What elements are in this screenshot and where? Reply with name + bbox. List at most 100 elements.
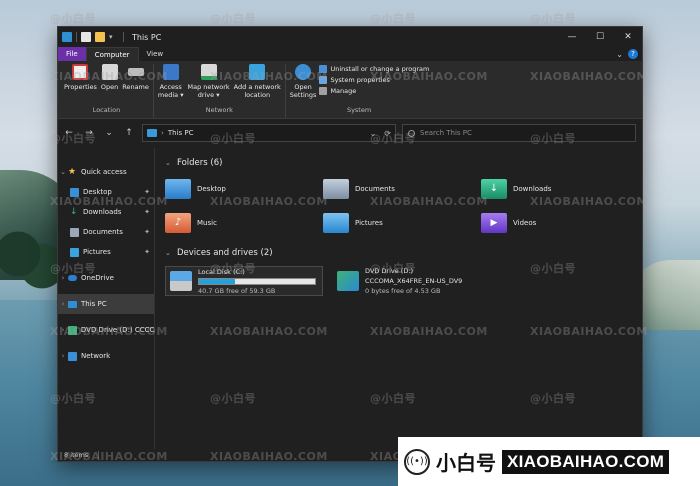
pin-icon: ✦ <box>144 228 150 236</box>
drive-name: Local Disk (C:) <box>198 267 245 276</box>
sidebar-item-pictures[interactable]: Pictures ✦ <box>58 242 154 262</box>
documents-icon <box>70 227 79 237</box>
up-button[interactable]: ↑ <box>122 126 136 140</box>
folder-music[interactable]: ♪ Music <box>165 210 323 236</box>
title-bar: ▾ This PC — ☐ ✕ <box>58 27 642 47</box>
chevron-right-icon[interactable]: › <box>58 326 68 334</box>
folder-documents[interactable]: Documents <box>323 176 481 202</box>
this-pc-icon[interactable] <box>62 32 72 42</box>
properties-icon <box>72 64 89 80</box>
maximize-button[interactable]: ☐ <box>586 27 614 47</box>
map-drive-icon <box>200 64 217 80</box>
uninstall-icon <box>319 65 328 73</box>
uninstall-program-button[interactable]: Uninstall or change a program <box>319 65 429 73</box>
open-settings-button[interactable]: Open Settings <box>289 64 318 106</box>
pictures-folder-icon <box>323 213 349 233</box>
ribbon-group-label: Location <box>92 106 121 114</box>
ribbon-group-label: Network <box>205 106 233 114</box>
watermark-banner: ((•)) 小白号 XIAOBAIHAO.COM <box>398 437 700 486</box>
sidebar-item-network[interactable]: › Network <box>58 346 154 366</box>
drive-name: DVD Drive (D:) <box>365 267 414 275</box>
search-placeholder: Search This PC <box>420 129 472 137</box>
drive-local-disk-c[interactable]: Local Disk (C:) 40.7 GB free of 59.3 GB <box>165 266 323 296</box>
add-network-location-button[interactable]: Add a network location <box>233 64 282 106</box>
chevron-right-icon[interactable]: › <box>58 352 68 360</box>
watermark-brand-cn: 小白号 <box>436 451 496 475</box>
drive-dvd-d[interactable]: DVD Drive (D:) CCCOMA_X64FRE_EN-US_DV9 0… <box>333 266 491 296</box>
help-icon[interactable]: ? <box>628 49 638 59</box>
open-button[interactable]: Open <box>100 64 119 106</box>
drive-usage-fill <box>199 278 235 284</box>
downloads-folder-icon: ↓ <box>481 179 507 199</box>
status-separator <box>98 451 100 459</box>
tab-file[interactable]: File <box>58 47 86 61</box>
chevron-right-icon[interactable]: › <box>58 300 68 308</box>
watermark-text: @小白号 <box>50 12 96 25</box>
desktop-trees <box>0 230 60 290</box>
access-media-button[interactable]: Access media ▾ <box>157 64 185 106</box>
documents-folder-icon <box>323 179 349 199</box>
close-button[interactable]: ✕ <box>614 27 642 47</box>
titlebar-separator <box>76 32 77 42</box>
new-folder-quick-icon[interactable] <box>95 32 105 42</box>
sidebar-item-desktop[interactable]: Desktop ✦ <box>58 182 154 202</box>
minimize-button[interactable]: — <box>558 27 586 47</box>
open-icon <box>101 64 118 80</box>
address-bar[interactable]: › This PC ⌄ ⟳ <box>142 124 396 142</box>
folder-videos[interactable]: ▶ Videos <box>481 210 621 236</box>
folder-pictures[interactable]: Pictures <box>323 210 481 236</box>
forward-button[interactable]: → <box>82 126 96 140</box>
properties-button[interactable]: Properties <box>63 64 98 106</box>
window-title: This PC <box>132 32 162 42</box>
pin-icon: ✦ <box>144 188 150 196</box>
content-area: ⌄ ★ Quick access Desktop ✦ ↓ Downloads ✦… <box>58 148 642 449</box>
navigation-pane: ⌄ ★ Quick access Desktop ✦ ↓ Downloads ✦… <box>58 148 155 449</box>
recent-locations-button[interactable]: ⌄ <box>102 126 116 140</box>
computer-icon <box>68 300 77 308</box>
desktop-folder-icon <box>165 179 191 199</box>
chevron-down-icon: ⌄ <box>165 249 171 257</box>
sidebar-item-documents[interactable]: Documents ✦ <box>58 222 154 242</box>
dvd-drive-icon <box>67 325 77 335</box>
map-network-drive-button[interactable]: Map network drive ▾ <box>186 64 230 106</box>
collapse-ribbon-icon[interactable]: ⌄ <box>616 50 623 59</box>
drive-free-space: 0 bytes free of 4.53 GB <box>365 287 441 295</box>
drives-section-header[interactable]: ⌄ Devices and drives (2) <box>165 246 632 260</box>
titlebar-separator-2 <box>123 32 124 42</box>
back-button[interactable]: ← <box>62 126 76 140</box>
manage-icon <box>319 87 328 95</box>
chevron-right-icon[interactable]: › <box>58 274 68 282</box>
desktop-folder-icon <box>70 187 79 197</box>
ribbon: Properties Open Rename Location Access m… <box>58 61 642 119</box>
tab-computer[interactable]: Computer <box>85 47 139 61</box>
folder-desktop[interactable]: Desktop <box>165 176 323 202</box>
sidebar-item-onedrive[interactable]: › OneDrive <box>58 268 154 288</box>
refresh-icon[interactable]: ⟳ <box>384 129 391 138</box>
rename-icon <box>127 68 144 76</box>
sidebar-item-quick-access[interactable]: ⌄ ★ Quick access <box>58 162 154 182</box>
sidebar-item-dvd-drive[interactable]: › DVD Drive (D:) CCCC <box>58 320 154 340</box>
search-box[interactable]: Search This PC <box>402 124 636 142</box>
ribbon-group-system: Open Settings Uninstall or change a prog… <box>286 64 433 118</box>
sidebar-item-downloads[interactable]: ↓ Downloads ✦ <box>58 202 154 222</box>
add-network-location-icon <box>249 64 266 80</box>
quick-access-dropdown-icon[interactable]: ▾ <box>109 32 119 42</box>
watermark-text: @小白号 <box>210 12 256 25</box>
system-properties-icon <box>319 76 328 84</box>
system-properties-button[interactable]: System properties <box>319 76 429 84</box>
network-icon <box>68 351 77 361</box>
rename-button[interactable]: Rename <box>121 64 150 106</box>
chevron-down-icon[interactable]: ⌄ <box>58 168 68 176</box>
star-icon: ★ <box>68 166 77 177</box>
ribbon-group-location: Properties Open Rename Location <box>60 64 154 118</box>
drive-volume-label: CCCOMA_X64FRE_EN-US_DV9 <box>365 277 463 285</box>
watermark-text: @小白号 <box>530 12 576 25</box>
address-dropdown-icon[interactable]: ⌄ <box>370 129 377 138</box>
folder-downloads[interactable]: ↓ Downloads <box>481 176 621 202</box>
tab-view[interactable]: View <box>139 47 172 61</box>
manage-button[interactable]: Manage <box>319 87 429 95</box>
folders-section-header[interactable]: ⌄ Folders (6) <box>165 156 632 170</box>
properties-quick-icon[interactable] <box>81 32 91 42</box>
sidebar-item-this-pc[interactable]: › This PC <box>58 294 154 314</box>
access-media-icon <box>162 64 179 80</box>
